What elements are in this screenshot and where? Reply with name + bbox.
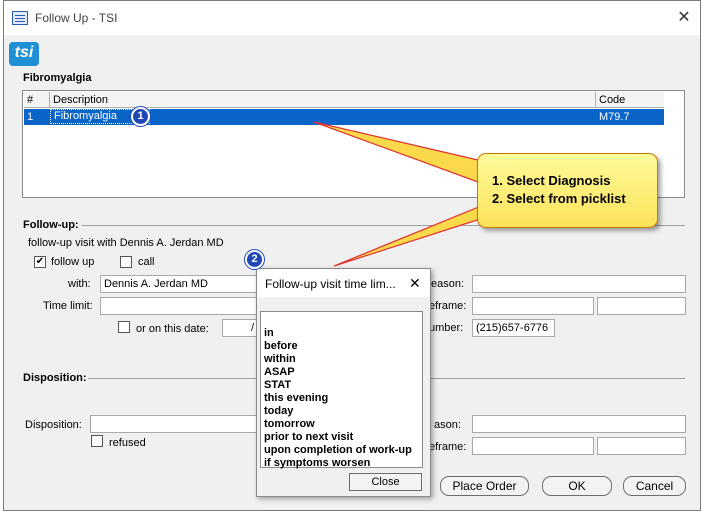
list-item[interactable]: in: [264, 327, 274, 340]
list-item[interactable]: STAT: [264, 379, 291, 392]
list-item[interactable]: ASAP: [264, 366, 295, 379]
list-item[interactable]: if symptoms worsen: [264, 457, 370, 470]
popup-close-button[interactable]: Close: [349, 473, 422, 491]
list-item[interactable]: this evening: [264, 392, 328, 405]
popup-title: Follow-up visit time lim...: [265, 277, 396, 291]
popup-close-icon[interactable]: ✕: [409, 275, 421, 292]
list-item[interactable]: tomorrow: [264, 418, 315, 431]
list-item[interactable]: before: [264, 340, 298, 353]
callout-line-1: 1. Select Diagnosis: [492, 173, 611, 188]
arrow-to-diagnosis: [313, 121, 479, 183]
list-item[interactable]: upon completion of work-up: [264, 444, 412, 457]
picklist: in before within ASAP STAT this evening …: [260, 311, 423, 470]
list-item[interactable]: today: [264, 405, 293, 418]
instruction-callout: 1. Select Diagnosis 2. Select from pickl…: [477, 153, 658, 228]
step-badge-1: 1: [131, 107, 150, 126]
step-badge-2: 2: [245, 250, 264, 269]
time-limit-picklist-popup: Follow-up visit time lim... ✕ in before …: [256, 268, 431, 497]
list-item[interactable]: prior to next visit: [264, 431, 353, 444]
popup-title-bar: Follow-up visit time lim... ✕: [257, 269, 430, 297]
list-item[interactable]: within: [264, 353, 296, 366]
callout-line-2: 2. Select from picklist: [492, 191, 626, 206]
